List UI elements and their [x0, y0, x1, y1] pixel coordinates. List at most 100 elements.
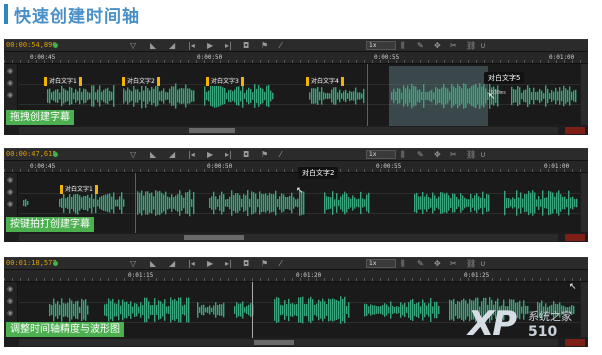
playhead[interactable]	[135, 173, 136, 233]
link-icon[interactable]: ⛓	[466, 259, 476, 269]
marker-icon[interactable]: ◣	[150, 41, 156, 51]
waveform-sample	[123, 199, 125, 207]
horizontal-scrollbar[interactable]	[19, 234, 558, 241]
skip-back-icon[interactable]: |◂	[188, 150, 195, 160]
skip-forward-icon[interactable]: ▸|	[225, 259, 232, 269]
move-icon[interactable]: ✥	[434, 150, 441, 160]
wand-icon[interactable]: ⁄	[280, 259, 281, 269]
playhead[interactable]	[252, 282, 253, 338]
skip-forward-icon[interactable]: ▸|	[225, 41, 232, 51]
speed-select[interactable]: 1x	[366, 259, 396, 268]
skip-forward-icon[interactable]: ▸|	[225, 150, 232, 160]
play-icon[interactable]: ▶	[207, 150, 213, 160]
waveform-sample	[530, 192, 532, 214]
play-icon[interactable]: ▶	[207, 41, 213, 51]
camera-icon[interactable]: ◘	[243, 259, 249, 269]
eye-icon[interactable]: ◉	[7, 79, 13, 87]
magnet-icon[interactable]: ∪	[480, 41, 486, 51]
waveform-sample	[575, 89, 577, 103]
eye-icon[interactable]: ◉	[7, 309, 13, 317]
waveform-sample	[124, 301, 126, 319]
zoom-indicator[interactable]	[565, 234, 585, 241]
speed-select[interactable]: 1x	[366, 150, 396, 159]
eye-icon[interactable]: ◉	[7, 91, 13, 99]
waveform-sample	[246, 306, 248, 314]
eye-icon[interactable]: ◉	[7, 285, 13, 293]
subtitle-block[interactable]: 对白文字3	[206, 77, 244, 86]
filter-icon[interactable]: ▽	[130, 150, 136, 160]
eye-icon[interactable]: ◉	[7, 67, 13, 75]
split-icon[interactable]: ⫼	[401, 41, 405, 51]
move-icon[interactable]: ✥	[434, 41, 441, 51]
marker-right-icon[interactable]: ◢	[169, 259, 175, 269]
flag-icon[interactable]: ⚑	[261, 150, 268, 160]
vertical-scrollbar[interactable]	[581, 64, 588, 125]
scissors-icon[interactable]: ✂	[450, 150, 457, 160]
vertical-scrollbar[interactable]	[581, 173, 588, 232]
marker-right-icon[interactable]: ◢	[169, 150, 175, 160]
waveform-sample	[179, 88, 181, 104]
scissors-icon[interactable]: ✂	[450, 259, 457, 269]
move-icon[interactable]: ✥	[434, 259, 441, 269]
filter-icon[interactable]: ▽	[130, 259, 136, 269]
scissors-icon[interactable]: ✂	[450, 41, 457, 51]
speed-select[interactable]: 1x	[366, 41, 396, 50]
play-icon[interactable]: ▶	[207, 259, 213, 269]
filter-icon[interactable]: ▽	[130, 41, 136, 51]
eye-icon[interactable]: ◉	[7, 297, 13, 305]
eye-icon[interactable]: ◉	[7, 200, 13, 208]
flag-icon[interactable]: ⚑	[261, 259, 268, 269]
wand-icon[interactable]: ⁄	[280, 150, 281, 160]
waveform-sample	[423, 84, 425, 108]
subtitle-block[interactable]: 对白文字2	[122, 77, 160, 86]
waveform-sample	[372, 305, 374, 315]
marker-icon[interactable]: ◣	[150, 150, 156, 160]
waveform-sample	[253, 192, 255, 214]
marker-icon[interactable]: ◣	[150, 259, 156, 269]
flag-icon[interactable]: ⚑	[261, 41, 268, 51]
subtitle-block[interactable]: 对白文字4	[306, 77, 344, 86]
zoom-indicator[interactable]	[565, 127, 585, 134]
camera-icon[interactable]: ◘	[243, 150, 249, 160]
waveform-sample	[187, 191, 189, 215]
split-icon[interactable]: ⫼	[401, 259, 405, 269]
skip-back-icon[interactable]: |◂	[188, 259, 195, 269]
subtitle-block[interactable]: 对白文字1	[44, 77, 82, 86]
waveform-sample	[554, 196, 556, 210]
subtitle-block[interactable]: 对白文字1	[60, 185, 98, 194]
link-icon[interactable]: ⛓	[466, 41, 476, 51]
playhead[interactable]	[367, 64, 368, 126]
waveform-sample	[171, 86, 173, 106]
waveform-sample	[424, 196, 426, 210]
waveform-sample	[77, 300, 79, 320]
time-ruler[interactable]: 0:00:45 0:00:50 0:00:55 0:01:00	[4, 52, 588, 64]
waveform-sample	[27, 201, 29, 205]
camera-icon[interactable]: ◘	[243, 41, 249, 51]
edit-icon[interactable]: ✎	[417, 41, 424, 51]
scroll-thumb[interactable]	[254, 340, 294, 345]
waveform-sample	[59, 304, 61, 316]
skip-back-icon[interactable]: |◂	[188, 41, 195, 51]
waveform-sample	[338, 199, 340, 207]
time-ruler[interactable]: 0:01:15 0:01:20 0:01:25	[4, 270, 588, 282]
edit-icon[interactable]: ✎	[417, 150, 424, 160]
waveform-sample	[563, 85, 565, 107]
waveform-sample	[466, 198, 468, 208]
wand-icon[interactable]: ⁄	[280, 41, 281, 51]
split-icon[interactable]: ⫼	[401, 150, 405, 160]
magnet-icon[interactable]: ∪	[480, 150, 486, 160]
eye-icon[interactable]: ◉	[7, 176, 13, 184]
waveform-sample	[91, 192, 93, 214]
waveform-sample	[71, 196, 73, 210]
horizontal-scrollbar[interactable]	[19, 127, 558, 134]
waveform-sample	[462, 195, 464, 211]
link-icon[interactable]: ⛓	[466, 150, 476, 160]
eye-icon[interactable]: ◉	[7, 188, 13, 196]
time-ruler[interactable]: 0:00:45 0:00:50 0:00:55 0:01:00	[4, 161, 588, 173]
waveform-sample	[312, 299, 314, 321]
magnet-icon[interactable]: ∪	[480, 259, 486, 269]
scroll-thumb[interactable]	[189, 128, 235, 133]
marker-right-icon[interactable]: ◢	[169, 41, 175, 51]
scroll-thumb[interactable]	[184, 235, 244, 240]
edit-icon[interactable]: ✎	[417, 259, 424, 269]
